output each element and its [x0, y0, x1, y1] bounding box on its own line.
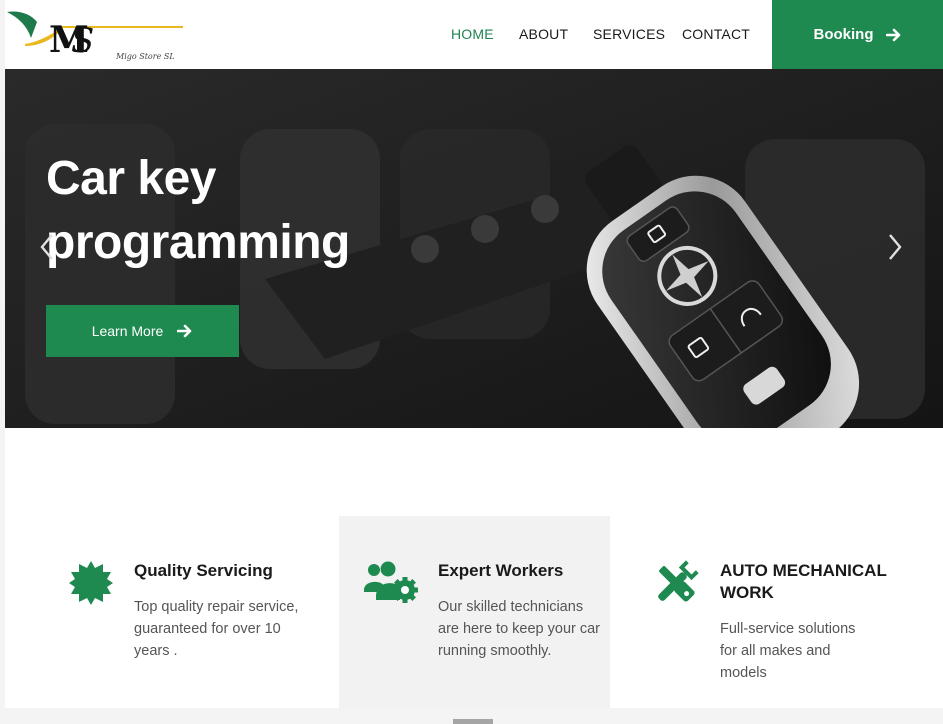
nav-home[interactable]: HOME: [451, 26, 494, 42]
nav-contact[interactable]: CONTACT: [682, 26, 750, 42]
chevron-left-icon[interactable]: [39, 233, 55, 261]
chevron-right-icon[interactable]: [887, 233, 903, 261]
feature-title: Quality Servicing: [134, 561, 273, 580]
feature-text: Top quality repair service, guaranteed f…: [134, 599, 299, 659]
feature-title-text: AUTO MECHANICAL WORK: [720, 561, 887, 602]
users-gear-icon: [364, 561, 418, 603]
tools-icon: [658, 560, 699, 602]
hero-slider: Car key programming Learn More: [5, 69, 943, 428]
booking-label: Booking: [813, 26, 874, 43]
page-frame: M S Migo Store SL HOME ABOUT SERVICES CO…: [5, 0, 943, 708]
badge-icon: [69, 561, 113, 605]
svg-text:S: S: [71, 21, 94, 60]
feature-text: Full-service solutions for all makes and…: [720, 621, 856, 681]
nav-about[interactable]: ABOUT: [519, 26, 568, 42]
learn-more-button[interactable]: Learn More: [46, 305, 239, 357]
learn-more-label: Learn More: [91, 323, 164, 339]
horizontal-scrollbar[interactable]: [453, 719, 493, 724]
arrow-right-icon: [177, 324, 192, 338]
feature-title: AUTO MECHANICAL WORK: [720, 560, 890, 604]
site-logo[interactable]: M S Migo Store SL: [5, 8, 185, 61]
hero-title: Car key programming: [46, 152, 350, 269]
booking-button[interactable]: Booking: [772, 0, 943, 69]
arrow-right-icon: [885, 28, 900, 41]
page: M S Migo Store SL HOME ABOUT SERVICES CO…: [0, 0, 943, 724]
logo-tagline: Migo Store SL: [116, 52, 175, 61]
nav-services[interactable]: SERVICES: [593, 26, 665, 42]
feature-title: Expert Workers: [438, 561, 564, 580]
site-header: M S Migo Store SL HOME ABOUT SERVICES CO…: [5, 0, 943, 69]
feature-text: Our skilled technicians are here to keep…: [438, 599, 601, 659]
